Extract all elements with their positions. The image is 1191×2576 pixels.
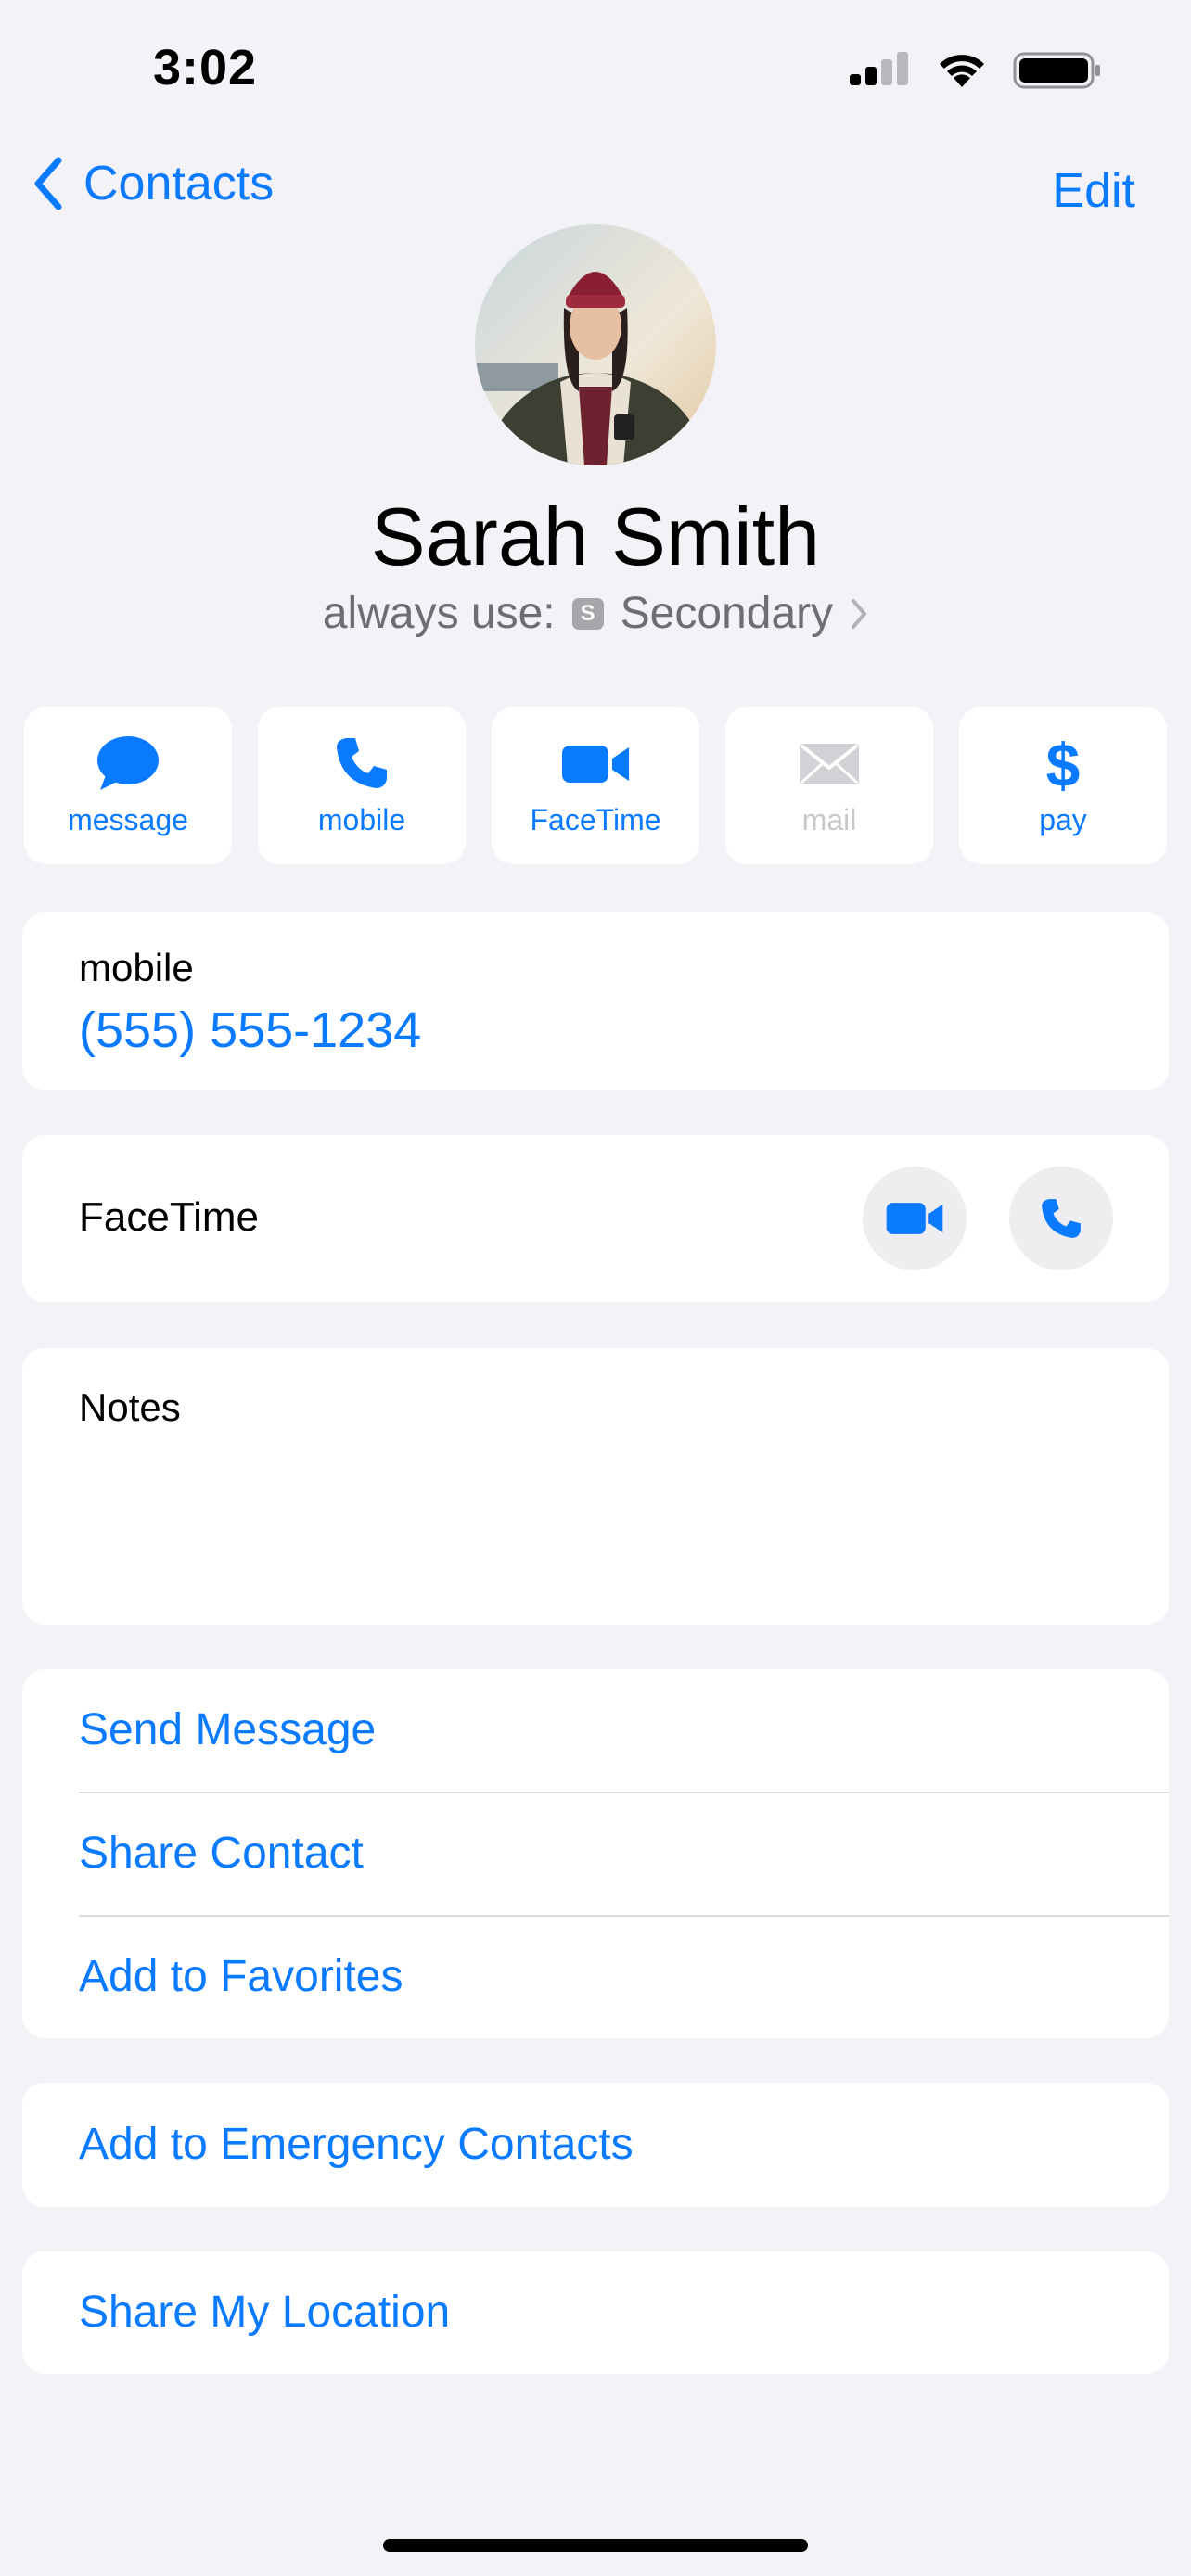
emergency-contacts-card: Add to Emergency Contacts	[22, 2083, 1169, 2207]
back-button[interactable]: Contacts	[33, 156, 274, 211]
phone-icon	[337, 738, 387, 788]
home-indicator[interactable]	[383, 2539, 808, 2552]
mail-action-button[interactable]: mail	[725, 707, 933, 864]
notes-card[interactable]: Notes	[22, 1348, 1169, 1625]
edit-button[interactable]: Edit	[1052, 163, 1135, 219]
share-my-location-option[interactable]: Share My Location	[79, 2287, 450, 2338]
message-action-label: message	[68, 803, 188, 836]
notes-label: Notes	[79, 1385, 181, 1429]
video-camera-icon	[562, 746, 629, 783]
mail-action-label: mail	[801, 803, 857, 836]
add-to-emergency-contacts-option[interactable]: Add to Emergency Contacts	[79, 2119, 634, 2170]
battery-icon	[1013, 52, 1100, 89]
phone-label: mobile	[79, 946, 194, 989]
status-icons	[850, 45, 1102, 96]
default-line-selector[interactable]: always use: S Secondary	[0, 588, 1191, 639]
call-mobile-action-button[interactable]: mobile	[258, 707, 466, 864]
divider	[79, 1915, 1169, 1917]
add-to-favorites-option[interactable]: Add to Favorites	[79, 1951, 403, 2002]
status-time: 3:02	[153, 40, 258, 96]
divider	[79, 1792, 1169, 1793]
back-label: Contacts	[83, 157, 275, 210]
facetime-action-label: FaceTime	[530, 803, 661, 836]
sim-badge-icon: S	[571, 597, 604, 630]
mobile-action-label: mobile	[317, 803, 406, 836]
share-contact-option[interactable]: Share Contact	[79, 1828, 364, 1879]
send-message-option[interactable]: Send Message	[79, 1704, 376, 1755]
message-action-button[interactable]: message	[24, 707, 232, 864]
facetime-label: FaceTime	[79, 1194, 259, 1240]
pay-action-label: pay	[1039, 803, 1087, 836]
contact-name: Sarah Smith	[370, 491, 821, 582]
dollar-icon: $	[1046, 734, 1081, 792]
phone-number-card[interactable]: mobile (555) 555-1234	[22, 912, 1169, 1090]
wifi-icon	[940, 55, 984, 87]
facetime-action-button[interactable]: FaceTime	[492, 707, 699, 864]
chevron-left-icon	[34, 157, 62, 210]
svg-text:$: $	[1046, 734, 1081, 792]
phone-number[interactable]: (555) 555-1234	[79, 1001, 421, 1059]
pay-action-button[interactable]: $ pay	[959, 707, 1167, 864]
chevron-right-icon	[852, 598, 867, 629]
share-location-card: Share My Location	[22, 2251, 1169, 2374]
envelope-icon	[800, 744, 859, 784]
facetime-video-button[interactable]	[863, 1167, 967, 1270]
contact-options-group: Send Message Share Contact Add to Favori…	[22, 1669, 1169, 2038]
contact-avatar	[475, 224, 716, 465]
facetime-card: FaceTime	[22, 1135, 1169, 1302]
sim-line-label: Secondary	[620, 589, 834, 638]
always-use-label: always use:	[322, 589, 556, 638]
cellular-signal-icon	[850, 52, 908, 85]
message-bubble-icon	[97, 736, 159, 790]
phone-icon	[1042, 1199, 1081, 1238]
facetime-audio-button[interactable]	[1009, 1167, 1113, 1270]
video-camera-icon	[886, 1203, 943, 1234]
